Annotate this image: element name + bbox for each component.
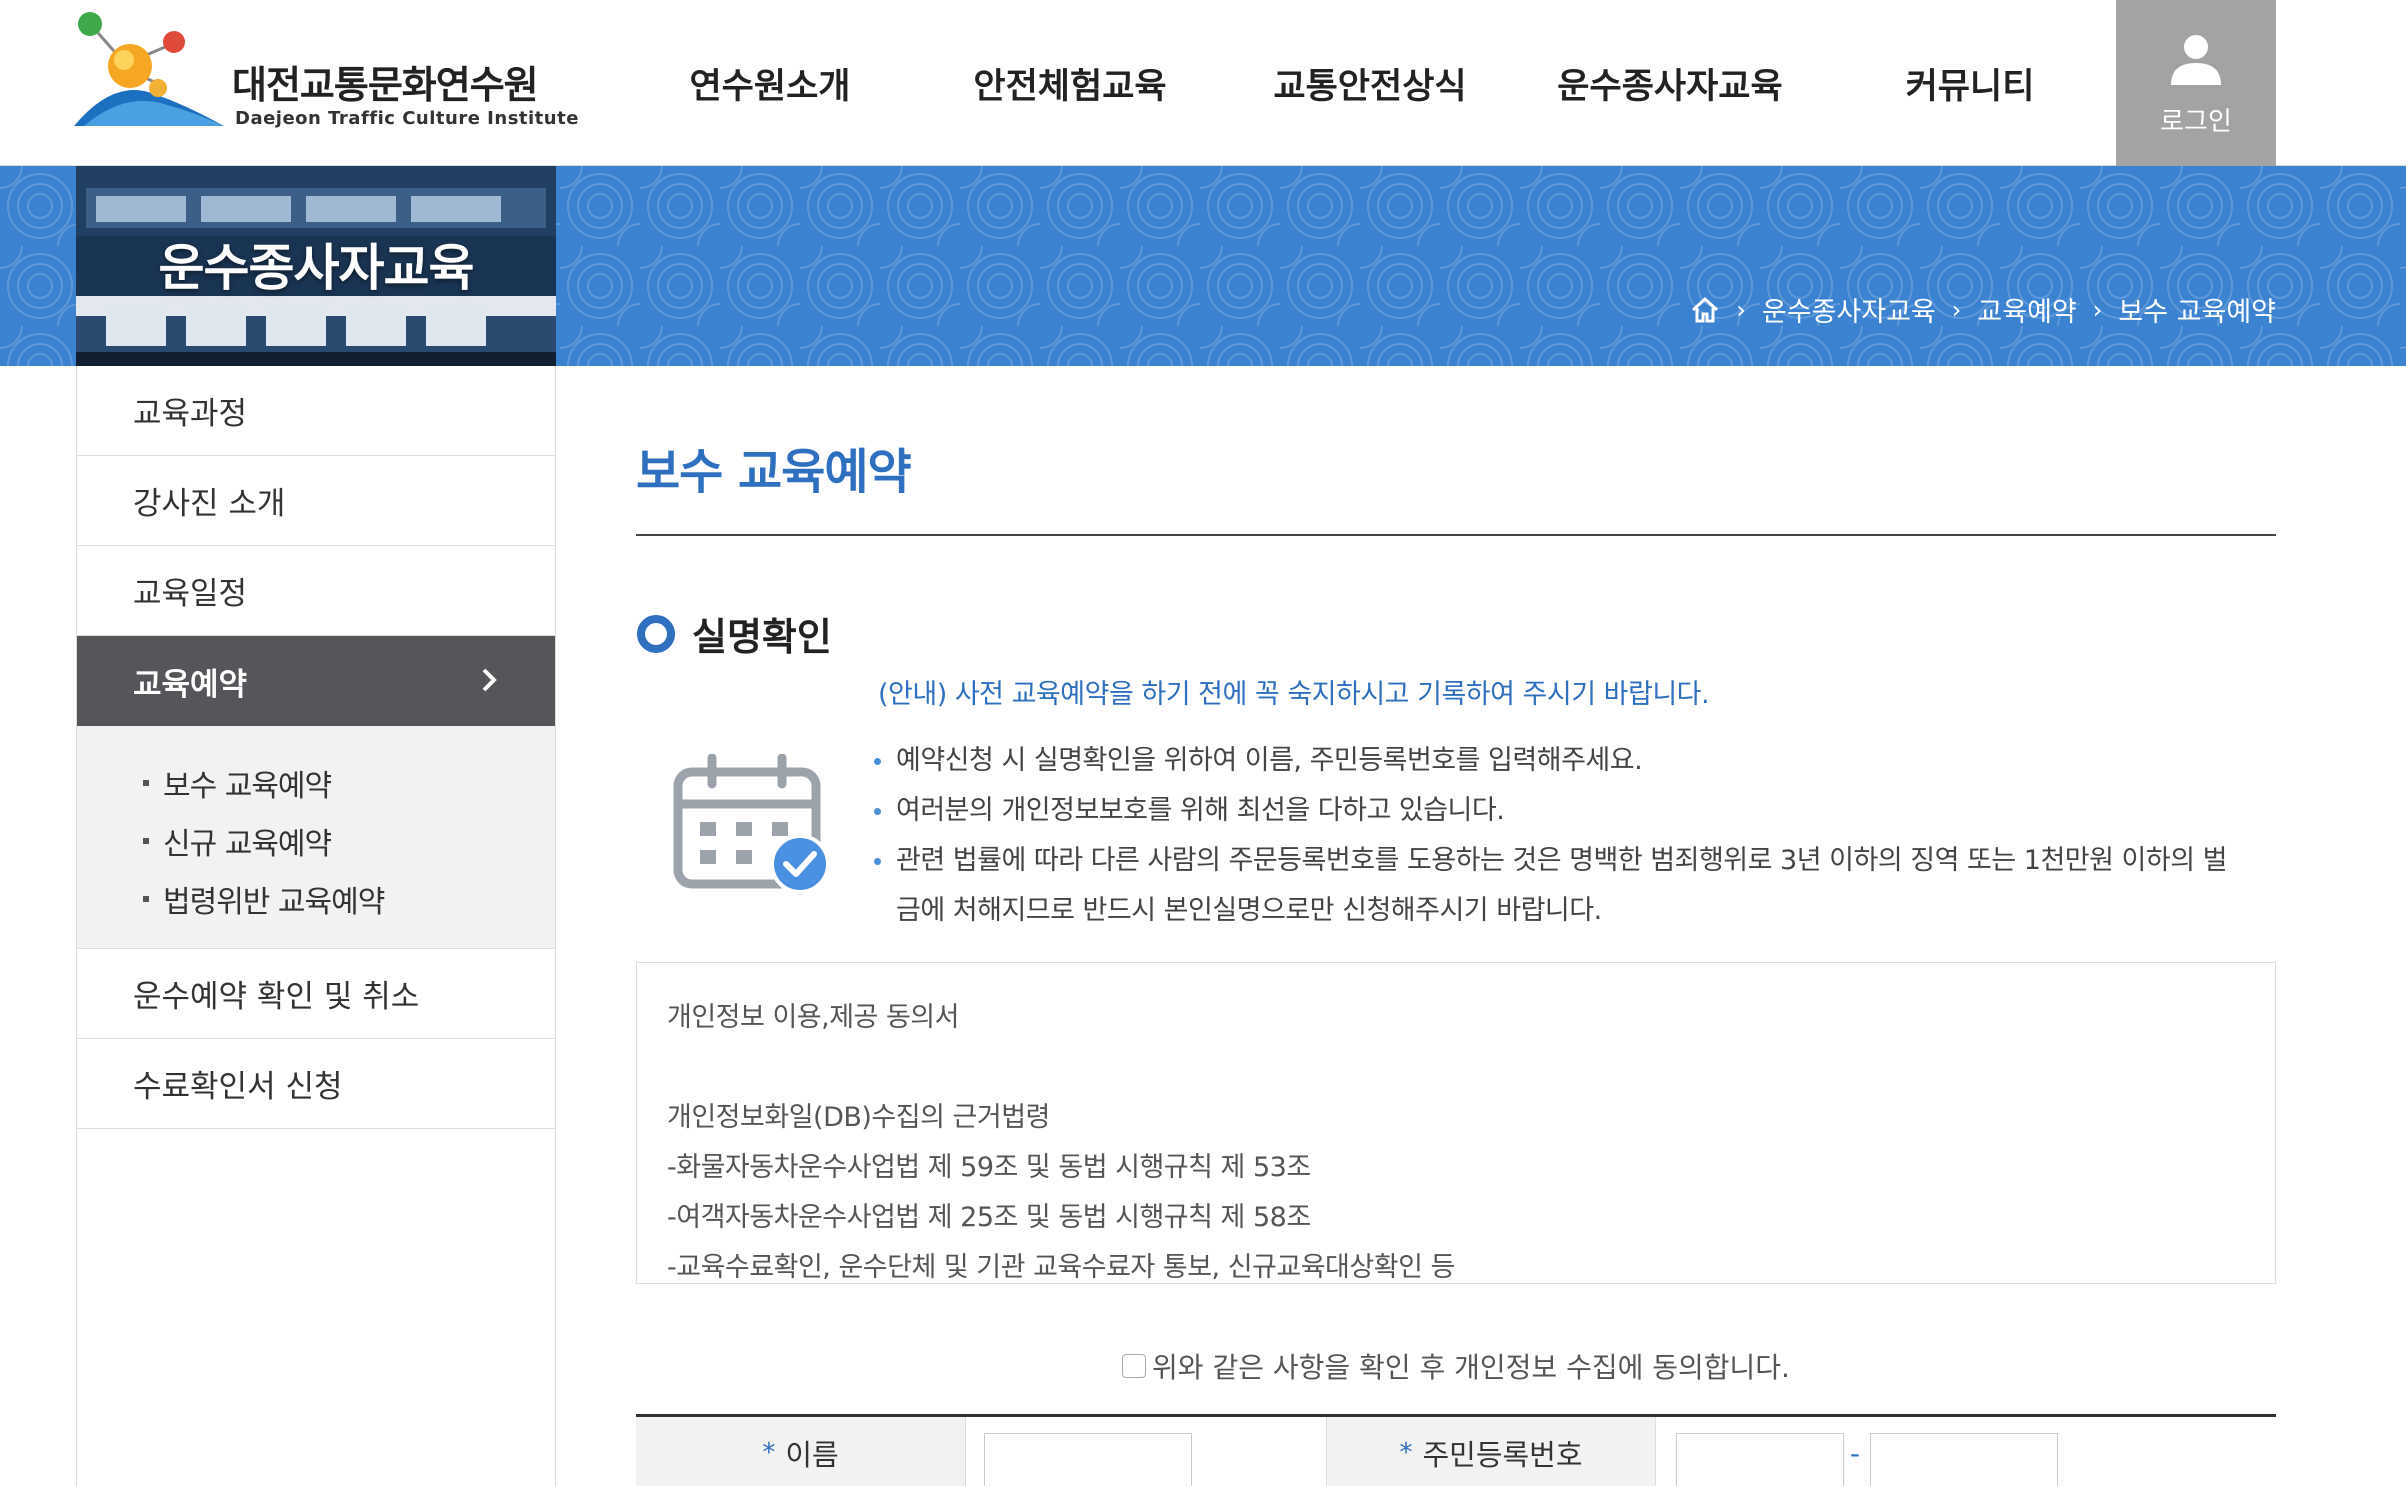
sub-banner: 운수종사자교육 › 운수종사자교육 › 교육예약 › 보수 교육예약	[0, 166, 2406, 366]
sidebar-item-label: 교육예약	[133, 666, 248, 703]
sidebar-item-instructors[interactable]: 강사진 소개	[77, 456, 555, 546]
bullet-icon	[143, 780, 149, 786]
name-input[interactable]	[984, 1433, 1192, 1486]
sidebar-item-schedule[interactable]: 교육일정	[77, 546, 555, 636]
required-mark: *	[762, 1438, 776, 1468]
section-header: 실명확인	[636, 606, 832, 661]
logo-subtitle: Daejeon Traffic Culture Institute	[235, 108, 579, 129]
rrn-separator: -	[1850, 1437, 1861, 1470]
home-icon[interactable]	[1690, 296, 1720, 324]
agree-row: 위와 같은 사항을 확인 후 개인정보 수집에 동의합니다.	[636, 1346, 2276, 1386]
sidebar-item-reservation[interactable]: 교육예약	[77, 636, 555, 726]
rrn-label-cell: * 주민등록번호	[1326, 1417, 1656, 1486]
side-nav: 교육과정 강사진 소개 교육일정 교육예약 보수 교육예약 신규 교육예약 법령…	[76, 366, 556, 1486]
consent-line: -교육수료확인, 운수단체 및 기관 교육수료자 통보, 신규교육대상확인 등	[667, 1252, 1455, 1283]
breadcrumb-item-reservation[interactable]: 교육예약	[1977, 290, 2076, 329]
page-title: 보수 교육예약	[636, 444, 912, 500]
breadcrumb-item-current: 보수 교육예약	[2118, 297, 2276, 328]
name-label: 이름	[785, 1438, 839, 1472]
sidebar-subitem-violation[interactable]: 법령위반 교육예약	[77, 870, 555, 928]
list-item: 관련 법률에 따라 다른 사람의 주문등록번호를 도용하는 것은 명백한 범죄행…	[874, 836, 2274, 886]
consent-line: -화물자동차운수사업법 제 59조 및 동법 시행규칙 제 53조	[667, 1152, 1311, 1183]
chevron-right-icon: ›	[2092, 295, 2103, 324]
site-header: 대전교통문화연수원 Daejeon Traffic Culture Instit…	[0, 0, 2406, 166]
consent-terms-box[interactable]: 개인정보 이용,제공 동의서 개인정보화일(DB)수집의 근거법령 -화물자동차…	[636, 962, 2276, 1284]
agree-label[interactable]: 위와 같은 사항을 확인 후 개인정보 수집에 동의합니다.	[1152, 1346, 1790, 1386]
chevron-right-icon: ›	[1951, 295, 1962, 324]
chevron-right-icon: ›	[1736, 295, 1746, 324]
sidebar-item-reservation-check[interactable]: 운수예약 확인 및 취소	[77, 949, 555, 1039]
list-item: 여러분의 개인정보보호를 위해 최선을 다하고 있습니다.	[874, 786, 2274, 836]
breadcrumb: › 운수종사자교육 › 교육예약 › 보수 교육예약	[1690, 290, 2276, 329]
nav-item-about[interactable]: 연수원소개	[620, 0, 920, 166]
logo-title: 대전교통문화연수원	[232, 63, 539, 107]
sidebar-subitem-label: 보수 교육예약	[163, 769, 332, 804]
identity-form: * 이름 * 주민등록번호 -	[636, 1414, 2276, 1486]
rrn-label: 주민등록번호	[1422, 1438, 1583, 1472]
calendar-check-icon	[673, 754, 830, 894]
sidebar-submenu: 보수 교육예약 신규 교육예약 법령위반 교육예약	[77, 726, 555, 949]
sidebar-item-courses[interactable]: 교육과정	[77, 366, 555, 456]
user-icon	[2171, 34, 2221, 85]
sidebar-subitem-refresher[interactable]: 보수 교육예약	[77, 754, 555, 812]
sidebar-item-certificate[interactable]: 수료확인서 신청	[77, 1039, 555, 1129]
nav-item-driver-education[interactable]: 운수종사자교육	[1520, 0, 1820, 166]
consent-title: 개인정보 이용,제공 동의서	[667, 1002, 960, 1033]
sidebar-subitem-new[interactable]: 신규 교육예약	[77, 812, 555, 870]
login-button[interactable]: 로그인	[2116, 0, 2276, 166]
banner-title: 운수종사자교육	[158, 239, 475, 297]
consent-line: 개인정보화일(DB)수집의 근거법령	[667, 1102, 1050, 1133]
site-logo[interactable]: 대전교통문화연수원 Daejeon Traffic Culture Instit…	[74, 8, 578, 129]
nav-item-community[interactable]: 커뮤니티	[1820, 0, 2120, 166]
sidebar-subitem-label: 법령위반 교육예약	[163, 885, 385, 920]
login-label: 로그인	[2160, 106, 2232, 137]
nav-item-safety-experience[interactable]: 안전체험교육	[920, 0, 1220, 166]
list-item: 예약신청 시 실명확인을 위하여 이름, 주민등록번호를 입력해주세요.	[874, 736, 2274, 786]
breadcrumb-item-driver-education[interactable]: 운수종사자교육	[1762, 290, 1936, 329]
rrn-back-input[interactable]	[1870, 1433, 2058, 1486]
rrn-front-input[interactable]	[1676, 1433, 1844, 1486]
title-divider	[636, 534, 2276, 536]
notice-text: (안내) 사전 교육예약을 하기 전에 꼭 숙지하시고 기록하여 주시기 바랍니…	[878, 679, 1710, 710]
name-label-cell: * 이름	[636, 1417, 966, 1486]
nav-item-traffic-safety[interactable]: 교통안전상식	[1220, 0, 1520, 166]
notice-list: 예약신청 시 실명확인을 위하여 이름, 주민등록번호를 입력해주세요. 여러분…	[874, 736, 2274, 936]
consent-line: -여객자동차운수사업법 제 25조 및 동법 시행규칙 제 58조	[667, 1202, 1311, 1233]
section-title: 실명확인	[692, 615, 832, 659]
chevron-right-icon	[482, 668, 497, 692]
sidebar-subitem-label: 신규 교육예약	[163, 827, 332, 862]
banner-image: 운수종사자교육	[76, 166, 556, 366]
radio-circle-icon	[637, 614, 675, 653]
bullet-icon	[143, 838, 149, 844]
logo-icon	[74, 12, 224, 126]
required-mark: *	[1399, 1438, 1413, 1468]
list-item-continuation: 금에 처해지므로 반드시 본인실명으로만 신청해주시기 바랍니다.	[896, 895, 1602, 926]
main-nav: 연수원소개 안전체험교육 교통안전상식 운수종사자교육 커뮤니티	[620, 0, 2120, 166]
agree-checkbox[interactable]	[1122, 1354, 1147, 1378]
bullet-icon	[143, 896, 149, 902]
